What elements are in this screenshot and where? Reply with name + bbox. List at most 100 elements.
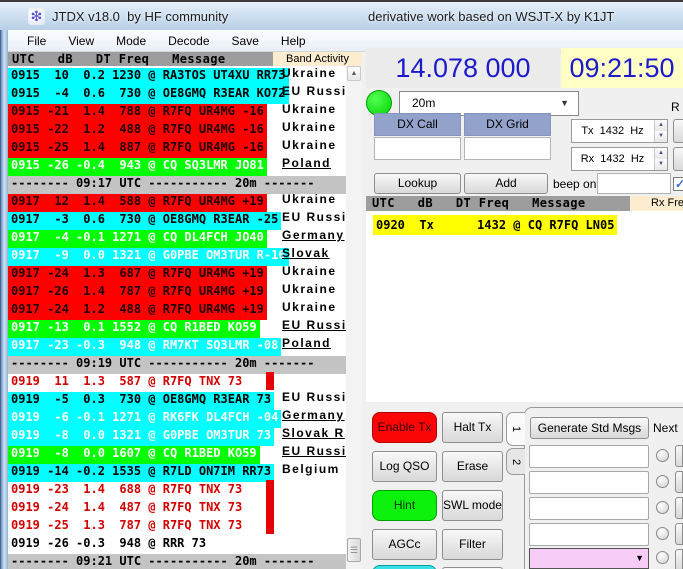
- window-title: JTDX v18.0 by HF community: [52, 9, 228, 24]
- decode-row[interactable]: 0917 -23 -0.3 948 @ RM7KT SQ3LMR -08Pola…: [8, 336, 346, 354]
- tx-now-button-3[interactable]: [675, 497, 683, 519]
- decode-row[interactable]: 0915 -4 0.6 730 @ OE8GMQ R3EAR KO72EU Ru…: [8, 84, 346, 102]
- erase-button[interactable]: Erase: [442, 451, 503, 482]
- country-label: Ukraine: [282, 264, 337, 282]
- next-radio-5[interactable]: [656, 551, 669, 564]
- tx-message-field-2[interactable]: [529, 471, 649, 494]
- rx-offset-spinner[interactable]: Rx 1432 Hz ▲▼: [571, 147, 668, 171]
- report-label: R: [671, 100, 680, 114]
- tx-now-button-5[interactable]: [675, 549, 683, 569]
- decode-row[interactable]: 0917 12 1.4 588 @ R7FQ UR4MG +19Ukraine: [8, 192, 346, 210]
- menu-view[interactable]: View: [57, 31, 105, 51]
- rx-frequency-rows: 0920 Tx 1432 @ CQ R7FQ LN05: [366, 211, 683, 402]
- decode-row[interactable]: 0917 -3 0.6 730 @ OE8GMQ R3EAR -25EU Rus…: [8, 210, 346, 228]
- generate-std-msgs-button[interactable]: Generate Std Msgs: [530, 417, 649, 439]
- partial-cyan-button[interactable]: [372, 565, 437, 569]
- rx-offset-side-button[interactable]: [673, 147, 683, 171]
- tx-period-marker: [266, 372, 274, 390]
- scrollbar-thumb[interactable]: ☰: [347, 538, 361, 562]
- decode-row[interactable]: 0919 -6 -0.1 1271 @ RK6FK DL4FCH -04Germ…: [8, 408, 346, 426]
- next-radio-3[interactable]: [656, 501, 669, 514]
- menu-mode[interactable]: Mode: [105, 31, 157, 51]
- dx-call-label: DX Call: [374, 113, 461, 136]
- country-label: Slovak R: [282, 426, 345, 444]
- beep-on-label: beep on: [553, 177, 596, 191]
- tx-message-field-4[interactable]: [529, 523, 649, 546]
- message-tab-2[interactable]: 2: [506, 448, 525, 475]
- scroll-up-arrow-icon[interactable]: ▲: [347, 66, 361, 81]
- window-frame-left: [0, 30, 8, 569]
- lookup-button[interactable]: Lookup: [374, 173, 461, 194]
- menu-decode[interactable]: Decode: [157, 31, 220, 51]
- decode-row[interactable]: 0915 10 0.2 1230 @ RA3TOS UT4XU RR73Ukra…: [8, 66, 346, 84]
- decode-row[interactable]: 0917 -13 0.1 1552 @ CQ R1BED KO59EU Russ…: [8, 318, 346, 336]
- interval-separator-row: -------- 09:21 UTC ----------- 20m -----…: [8, 552, 346, 569]
- band-activity-scrollbar[interactable]: ▲ ☰: [346, 66, 362, 569]
- country-label: Ukraine: [282, 300, 337, 318]
- decode-row[interactable]: 0919 -14 -0.2 1535 @ R7LD ON7IM RR73Belg…: [8, 462, 346, 480]
- decode-row[interactable]: 0919 -8 0.0 1321 @ G0PBE OM3TUR 73Slovak…: [8, 426, 346, 444]
- tx-offset-spinner[interactable]: Tx 1432 Hz ▲▼: [571, 119, 668, 143]
- decode-row[interactable]: 0917 -9 0.0 1321 @ G0PBE OM3TUR R-16Slov…: [8, 246, 346, 264]
- jtdx-app-icon: ❇: [28, 8, 45, 25]
- band-select-value: 20m: [412, 96, 435, 110]
- decode-row[interactable]: 0917 -26 1.4 787 @ R7FQ UR4MG +19Ukraine: [8, 282, 346, 300]
- decode-row[interactable]: 0919 -23 1.4 688 @ R7FQ TNX 73: [8, 480, 346, 498]
- next-radio-2[interactable]: [656, 475, 669, 488]
- enable-tx-button[interactable]: Enable Tx: [372, 412, 437, 443]
- swl-mode-button[interactable]: SWL mode: [442, 490, 503, 521]
- dx-grid-input[interactable]: [464, 137, 551, 160]
- add-button[interactable]: Add: [464, 173, 548, 194]
- decode-row[interactable]: 0915 -25 1.4 887 @ R7FQ UR4MG -16Ukraine: [8, 138, 346, 156]
- tx-offset-side-button[interactable]: [673, 119, 683, 143]
- decode-row[interactable]: 0917 -24 1.2 488 @ R7FQ UR4MG +19Ukraine: [8, 300, 346, 318]
- menu-save[interactable]: Save: [221, 31, 270, 51]
- log-qso-button[interactable]: Log QSO: [372, 451, 437, 482]
- decode-row[interactable]: 0919 -25 1.3 787 @ R7FQ TNX 73: [8, 516, 346, 534]
- decode-row[interactable]: 0919 -26 -0.3 948 @ RRR 73: [8, 534, 346, 552]
- hint-button[interactable]: Hint: [372, 490, 437, 521]
- message-tab-1[interactable]: 1: [506, 412, 525, 446]
- rx-frequency-tab[interactable]: Rx Frequency: [630, 196, 683, 211]
- halt-tx-button[interactable]: Halt Tx: [442, 412, 503, 443]
- filter-button[interactable]: Filter: [442, 529, 503, 560]
- tx-message-field-1[interactable]: [529, 445, 649, 468]
- agcc-button[interactable]: AGCc: [372, 529, 437, 560]
- spinner-arrows-icon[interactable]: ▲▼: [654, 120, 667, 142]
- country-label: Ukraine: [282, 138, 337, 156]
- menu-help[interactable]: Help: [270, 31, 317, 51]
- decode-row[interactable]: 0919 -24 1.4 487 @ R7FQ TNX 73: [8, 498, 346, 516]
- tx-now-button-2[interactable]: [675, 471, 683, 493]
- decode-row[interactable]: 0915 -22 1.2 488 @ R7FQ UR4MG -16Ukraine: [8, 120, 346, 138]
- decode-row[interactable]: 0915 -26 -0.4 943 @ CQ SQ3LMR JO81Poland: [8, 156, 346, 174]
- beep-checkbox[interactable]: ✓: [673, 177, 683, 191]
- next-radio-4[interactable]: [656, 527, 669, 540]
- next-radio-1[interactable]: [656, 449, 669, 462]
- free-message-combo[interactable]: ▼: [529, 548, 649, 569]
- dx-call-input[interactable]: [374, 137, 461, 160]
- decode-row[interactable]: 0919 11 1.3 587 @ R7FQ TNX 73: [8, 372, 346, 390]
- tx-period-marker: [266, 498, 274, 516]
- decode-row[interactable]: 0919 -5 0.3 730 @ OE8GMQ R3EAR 73EU Russ…: [8, 390, 346, 408]
- decode-row[interactable]: 0920 Tx 1432 @ CQ R7FQ LN05: [373, 215, 617, 233]
- tx-message-field-3[interactable]: [529, 497, 649, 520]
- tx-offset-value: Tx 1432 Hz: [572, 120, 653, 142]
- tx-period-marker: [266, 516, 274, 534]
- tx-now-button-4[interactable]: [675, 523, 683, 545]
- decode-row[interactable]: 0917 -4 -0.1 1271 @ CQ DL4FCH JO40German…: [8, 228, 346, 246]
- rx-frequency-column-header: UTC dB DT Freq Message: [366, 196, 630, 211]
- interval-separator-row: -------- 09:17 UTC ----------- 20m -----…: [8, 174, 346, 192]
- dial-frequency-display: 14.078 000: [366, 48, 560, 88]
- band-activity-tab[interactable]: Band Activity: [273, 52, 362, 66]
- title-bar[interactable]: ❇ JTDX v18.0 by HF community derivative …: [0, 0, 683, 30]
- decode-row[interactable]: 0917 -24 1.3 687 @ R7FQ UR4MG +19Ukraine: [8, 264, 346, 282]
- country-label: EU Russia: [282, 210, 346, 228]
- tx-now-button-1[interactable]: [675, 445, 683, 467]
- menu-file[interactable]: File: [16, 31, 57, 51]
- country-label: Belgium: [282, 462, 340, 480]
- decode-row[interactable]: 0915 -21 1.4 788 @ R7FQ UR4MG -16Ukraine: [8, 102, 346, 120]
- spinner-arrows-icon[interactable]: ▲▼: [654, 148, 667, 170]
- beep-on-input[interactable]: [597, 173, 671, 194]
- decode-row[interactable]: 0919 -8 0.0 1607 @ CQ R1BED KO59EU Russi…: [8, 444, 346, 462]
- country-label: EU Russia: [282, 444, 346, 462]
